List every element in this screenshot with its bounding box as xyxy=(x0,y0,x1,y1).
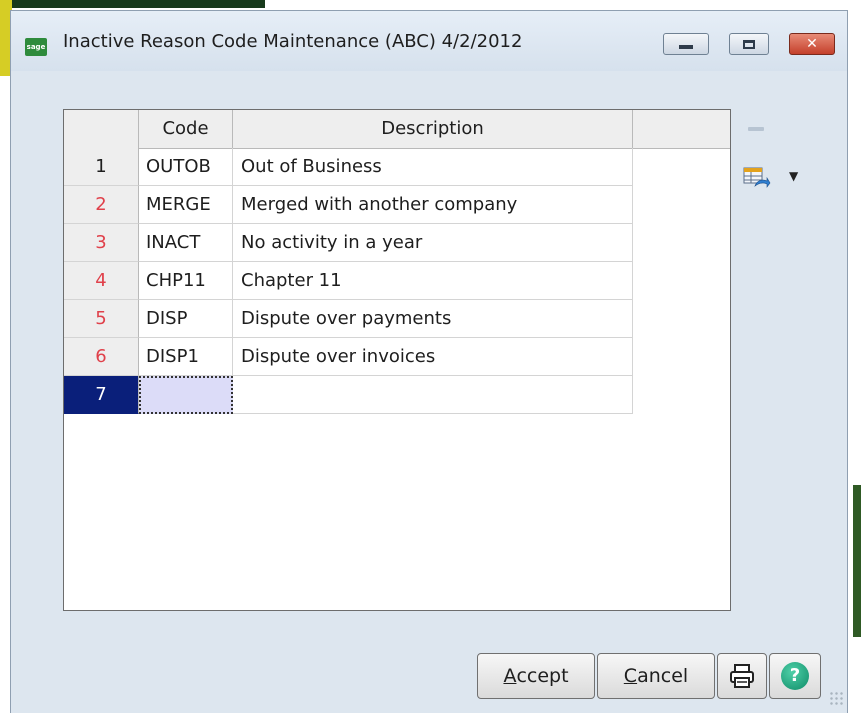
cancel-label: ancel xyxy=(637,665,689,687)
row-number[interactable]: 1 xyxy=(64,148,139,186)
background-decoration-right xyxy=(853,485,861,637)
description-cell[interactable]: Chapter 11 xyxy=(233,262,633,300)
reason-code-grid[interactable]: Code Description 1 OUTOB Out of Business… xyxy=(63,109,731,611)
row-number[interactable]: 6 xyxy=(64,338,139,376)
help-icon: ? xyxy=(781,662,809,690)
row-number[interactable]: 3 xyxy=(64,224,139,262)
code-cell[interactable]: OUTOB xyxy=(139,148,233,186)
accept-mnemonic: A xyxy=(503,665,517,687)
row-number-header xyxy=(64,110,139,148)
grid-header: Code Description xyxy=(64,110,730,149)
table-row[interactable]: 4 CHP11 Chapter 11 xyxy=(64,262,633,300)
row-number[interactable]: 2 xyxy=(64,186,139,224)
printer-icon xyxy=(730,664,754,688)
close-button[interactable]: ✕ xyxy=(789,33,835,55)
background-decoration-top xyxy=(0,0,265,8)
print-button[interactable] xyxy=(717,653,767,699)
code-cell[interactable]: DISP1 xyxy=(139,338,233,376)
code-cell[interactable]: MERGE xyxy=(139,186,233,224)
row-number[interactable]: 5 xyxy=(64,300,139,338)
table-row-selected[interactable]: 7 xyxy=(64,376,633,414)
cancel-mnemonic: C xyxy=(623,665,638,687)
close-icon: ✕ xyxy=(806,36,818,52)
table-row[interactable]: 6 DISP1 Dispute over invoices xyxy=(64,338,633,376)
description-cell[interactable]: Merged with another company xyxy=(233,186,633,224)
row-number[interactable]: 7 xyxy=(64,376,139,414)
header-filler xyxy=(633,110,730,148)
minimize-icon xyxy=(679,45,693,49)
title-bar[interactable]: sage Inactive Reason Code Maintenance (A… xyxy=(11,11,847,71)
cancel-button[interactable]: Cancel xyxy=(597,653,715,699)
table-row[interactable]: 5 DISP Dispute over payments xyxy=(64,300,633,338)
resize-grip[interactable] xyxy=(829,691,845,707)
toolbar-separator xyxy=(748,127,764,131)
row-number[interactable]: 4 xyxy=(64,262,139,300)
description-column-header[interactable]: Description xyxy=(233,110,633,148)
table-row[interactable]: 3 INACT No activity in a year xyxy=(64,224,633,262)
code-column-header[interactable]: Code xyxy=(139,110,233,148)
description-cell[interactable] xyxy=(233,376,633,414)
maximize-button[interactable] xyxy=(729,33,769,55)
description-cell[interactable]: Out of Business xyxy=(233,148,633,186)
window-title: Inactive Reason Code Maintenance (ABC) 4… xyxy=(63,31,523,52)
minimize-button[interactable] xyxy=(663,33,709,55)
description-cell[interactable]: Dispute over invoices xyxy=(233,338,633,376)
sage-app-icon: sage xyxy=(25,38,47,56)
help-button[interactable]: ? xyxy=(769,653,821,699)
chevron-down-icon[interactable]: ▼ xyxy=(789,169,798,183)
maximize-icon xyxy=(743,39,755,49)
inactive-reason-code-window: sage Inactive Reason Code Maintenance (A… xyxy=(10,10,848,713)
table-row[interactable]: 2 MERGE Merged with another company xyxy=(64,186,633,224)
accept-button[interactable]: Accept xyxy=(477,653,595,699)
accept-label: ccept xyxy=(516,665,569,687)
code-cell[interactable]: DISP xyxy=(139,300,233,338)
description-cell[interactable]: No activity in a year xyxy=(233,224,633,262)
grid-settings-icon[interactable] xyxy=(743,166,771,190)
table-row[interactable]: 1 OUTOB Out of Business xyxy=(64,148,633,186)
description-cell[interactable]: Dispute over payments xyxy=(233,300,633,338)
code-cell-editing[interactable] xyxy=(139,376,233,414)
code-cell[interactable]: INACT xyxy=(139,224,233,262)
code-cell[interactable]: CHP11 xyxy=(139,262,233,300)
